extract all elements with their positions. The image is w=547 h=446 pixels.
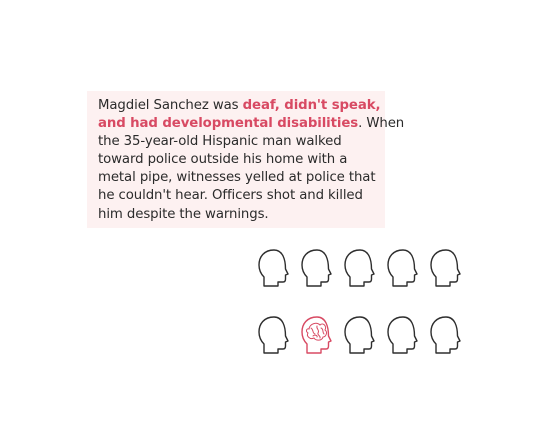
callout-text: . When [358,116,405,132]
callout-text: he couldn't hear. Officers shot and kill… [98,188,363,204]
head-icon-grid [256,248,466,358]
callout-text: Magdiel Sanchez was [98,98,243,113]
human-head-icon [385,248,419,288]
tangled-brain-head-icon [299,315,333,355]
callout-text: him despite the warnings. [98,206,269,222]
callout-highlight: and had developmental disabilities [98,116,359,132]
callout-text: the 35-year-old Hispanic man walked [98,134,342,150]
human-head-icon [299,248,333,288]
callout-line: him despite the warnings. [98,206,385,224]
story-callout: Magdiel Sanchez was deaf, didn't speak, … [87,91,404,228]
callout-line: metal pipe, witnesses yelled at police t… [98,169,385,187]
callout-line: he couldn't hear. Officers shot and kill… [98,187,385,205]
callout-line: and had developmental disabilities. When [98,115,404,133]
callout-line: toward police outside his home with a [98,151,385,169]
callout-line: the 35-year-old Hispanic man walked [98,133,385,151]
human-head-icon [385,315,419,355]
human-head-icon [342,248,376,288]
callout-line: Magdiel Sanchez was deaf, didn't speak, [98,97,385,115]
human-head-icon [256,248,290,288]
human-head-icon [256,315,290,355]
human-head-icon [428,248,462,288]
callout-highlight: deaf, didn't speak, [242,98,381,113]
human-head-icon [342,315,376,355]
human-head-icon [428,315,462,355]
callout-text: toward police outside his home with a [98,152,348,168]
callout-text: metal pipe, witnesses yelled at police t… [98,170,376,186]
